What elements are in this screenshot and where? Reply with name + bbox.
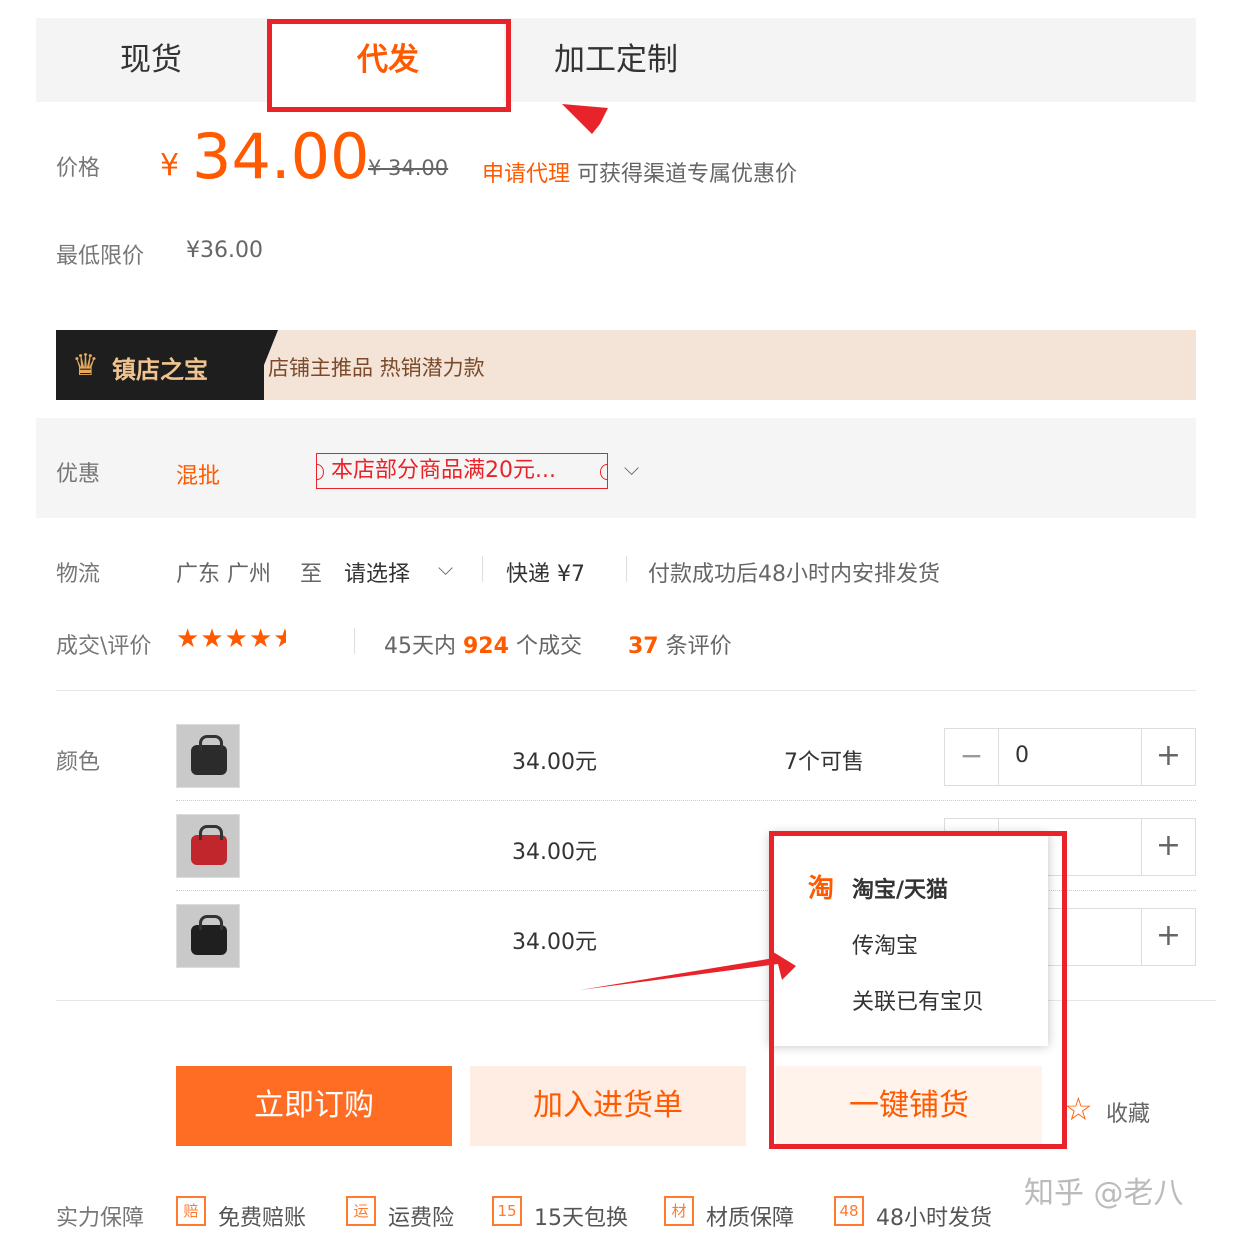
arrow-to-distribute-menu — [580, 950, 796, 990]
annotation-arrows — [562, 104, 874, 990]
arrow-to-dropship-tab — [562, 104, 874, 240]
